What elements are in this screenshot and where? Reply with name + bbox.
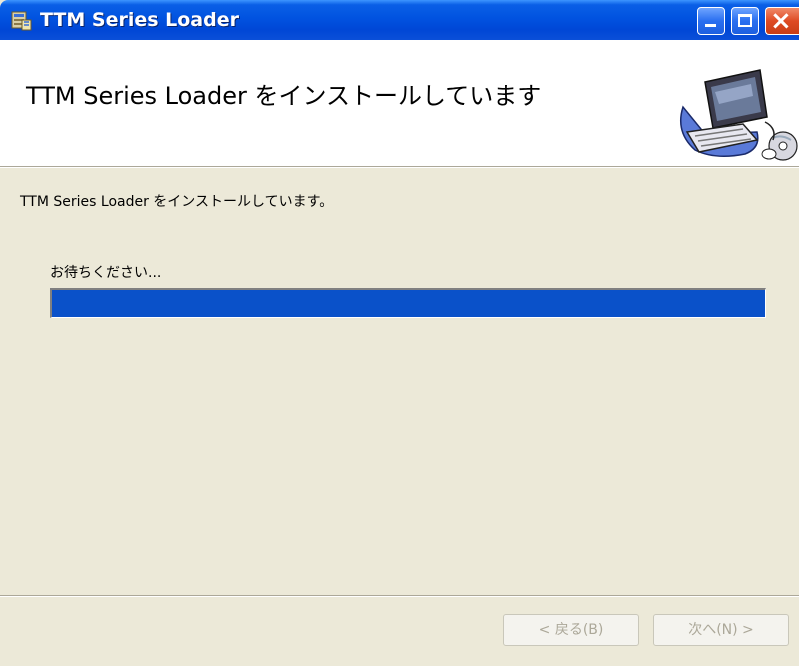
title-bar[interactable]: TTM Series Loader × — [0, 0, 799, 40]
close-icon: × — [770, 6, 792, 36]
installer-app-icon — [11, 11, 32, 31]
page-title: TTM Series Loader をインストールしています — [26, 82, 542, 110]
window-title: TTM Series Loader — [40, 9, 239, 31]
minimize-button[interactable] — [697, 7, 725, 35]
next-button[interactable]: 次へ(N) > — [653, 614, 789, 646]
progress-fill — [52, 290, 765, 317]
header-banner: TTM Series Loader をインストールしています — [0, 40, 799, 167]
back-button[interactable]: < 戻る(B) — [503, 614, 639, 646]
installer-window: TTM Series Loader × TTM Series Loader をイ… — [0, 0, 799, 666]
computer-setup-icon — [680, 69, 798, 161]
footer-divider — [0, 595, 799, 597]
install-description: TTM Series Loader をインストールしています。 — [20, 194, 334, 210]
maximize-icon — [738, 14, 752, 27]
banner-divider — [0, 167, 799, 168]
install-progress-bar — [50, 288, 766, 318]
minimize-icon — [705, 24, 716, 27]
close-button[interactable]: × — [765, 7, 799, 35]
wait-label: お待ちください... — [50, 265, 162, 281]
maximize-button[interactable] — [731, 7, 759, 35]
